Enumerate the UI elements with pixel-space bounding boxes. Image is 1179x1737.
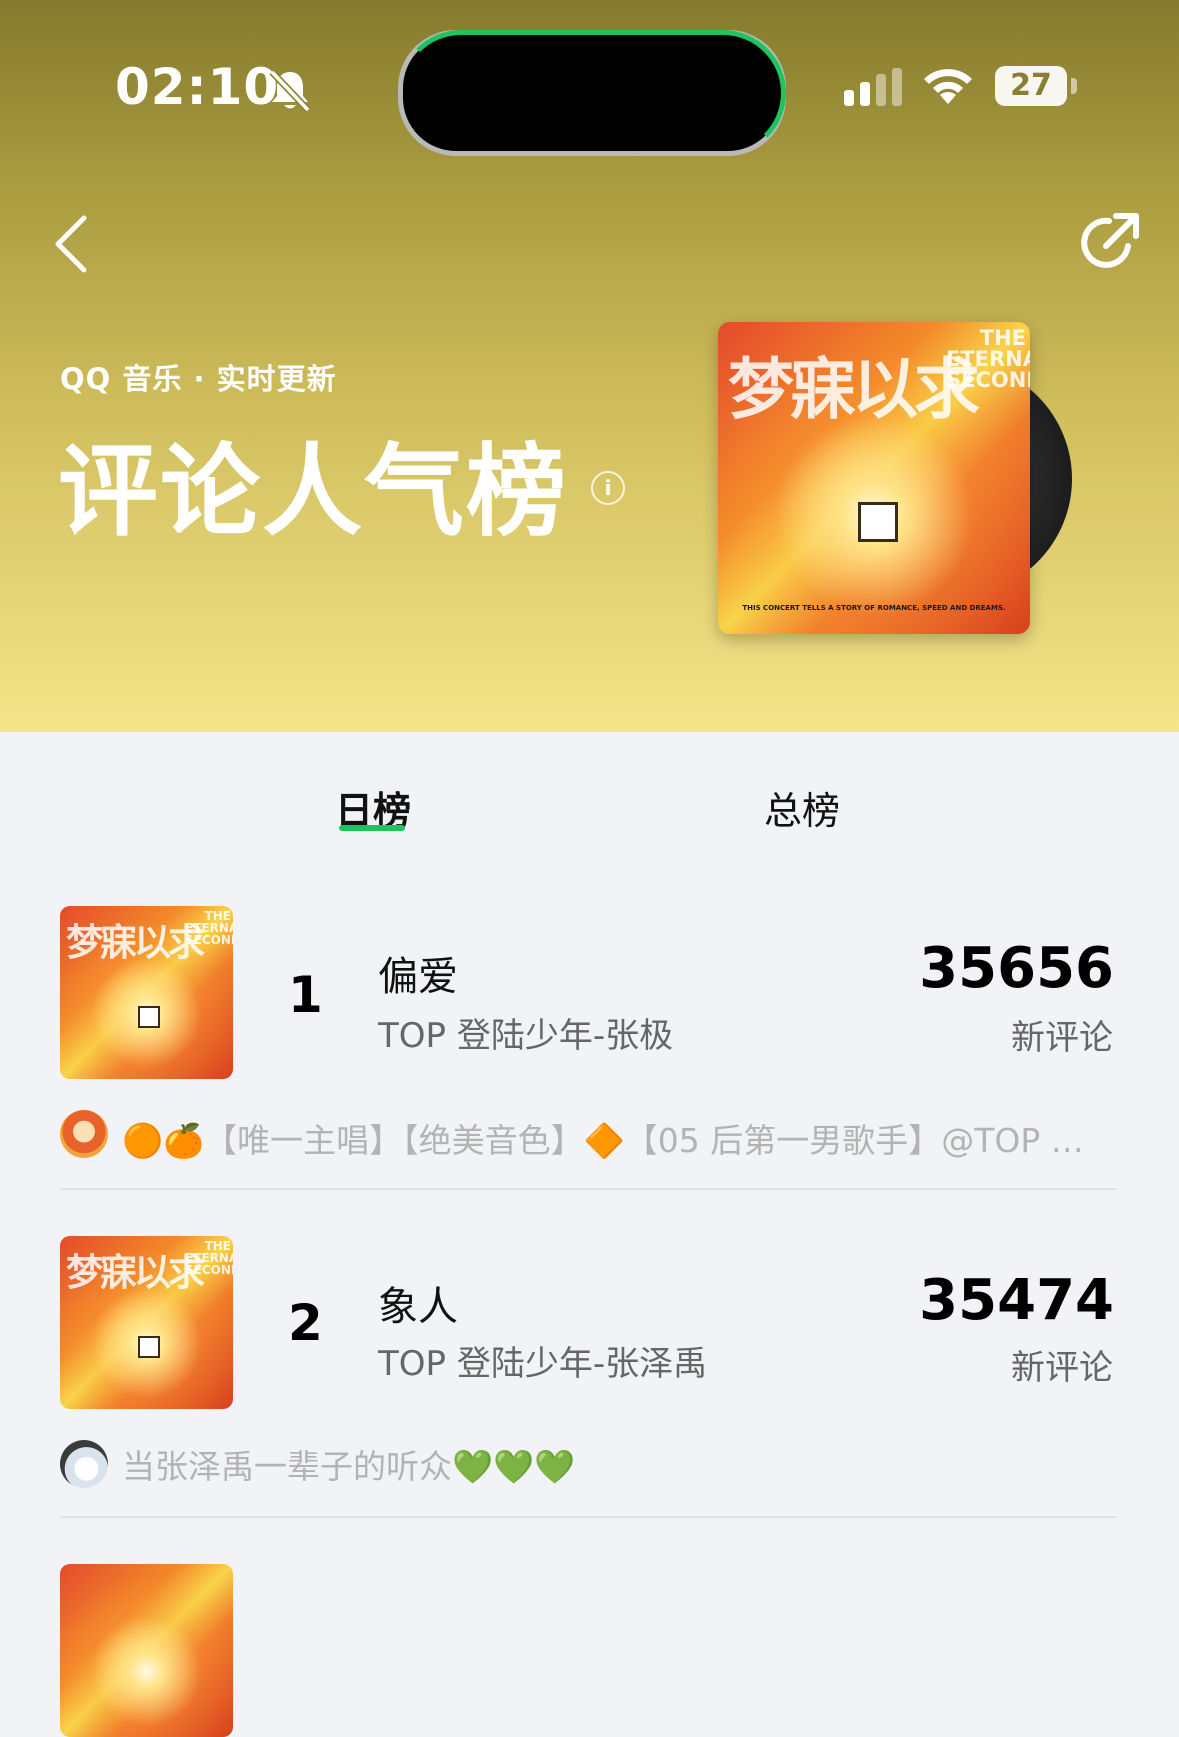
share-icon[interactable] [1076, 210, 1142, 276]
artist-name: TOP 登陆少年-张泽禹 [378, 1344, 708, 1384]
rank-number: 2 [288, 1294, 323, 1352]
battery-level: 27 [1010, 68, 1052, 103]
status-time: 02:10 [115, 58, 280, 116]
header-subtitle: QQ 音乐 · 实时更新 [60, 362, 337, 396]
song-title: 象人 [378, 1284, 458, 1330]
tab-bar: 日榜 总榜 [0, 732, 1179, 852]
cover-subtitle: THE ETERNAL SECOND [185, 909, 233, 947]
dynamic-island-progress-ring [398, 30, 786, 156]
list-divider [60, 1516, 1117, 1518]
wifi-icon [924, 69, 972, 104]
page-title: 评论人气榜 [58, 433, 568, 550]
entry-album-cover[interactable] [60, 1564, 233, 1737]
cellular-signal-icon [844, 68, 902, 106]
active-tab-indicator [339, 825, 405, 831]
info-icon[interactable]: i [591, 471, 625, 505]
comment-count: 35656 [919, 936, 1114, 1001]
cover-title: 梦寐以求 [66, 921, 205, 964]
battery-tip [1071, 78, 1077, 94]
chart-entry[interactable]: 梦寐以求 THE ETERNAL SECOND 2 象人 TOP 登陆少年-张泽… [0, 1236, 1179, 1496]
list-divider [60, 1188, 1117, 1190]
cover-title: 梦寐以求 [66, 1251, 205, 1294]
artist-name: TOP 登陆少年-张极 [378, 1016, 674, 1056]
commenter-avatar [60, 1440, 108, 1488]
cover-chip [138, 1336, 160, 1358]
cover-chip [138, 1006, 160, 1028]
battery-indicator: 27 [995, 66, 1067, 106]
comment-count: 35474 [919, 1268, 1114, 1333]
comment-count-label: 新评论 [1011, 1348, 1113, 1388]
status-bar: 02:10 27 [0, 0, 1179, 180]
cover-chip [858, 502, 898, 542]
top-comment: 当张泽禹一辈子的听众💚💚💚 [122, 1447, 576, 1486]
cover-tagline: THIS CONCERT TELLS A STORY OF ROMANCE, S… [742, 604, 1006, 612]
album-cover-large[interactable]: 梦寐以求 THE ETERNAL SECOND THIS CONCERT TEL… [718, 322, 1030, 634]
rank-number: 1 [288, 966, 323, 1024]
tab-overall[interactable]: 总榜 [764, 780, 840, 835]
cover-title: 梦寐以求 [728, 351, 980, 428]
top-comment: 🟠🍊【唯一主唱】【绝美音色】🔶【05 后第一男歌手】@TOP 登陆少年-张极 [122, 1121, 1112, 1160]
cover-subtitle: THE ETERNAL SECOND [946, 326, 1030, 392]
comment-count-label: 新评论 [1011, 1018, 1113, 1058]
cover-subtitle: THE ETERNAL SECOND [185, 1239, 233, 1277]
silent-bell-icon [269, 69, 311, 112]
cover-burst [60, 1564, 233, 1737]
entry-album-cover: 梦寐以求 THE ETERNAL SECOND [60, 906, 233, 1079]
chart-entry[interactable]: 梦寐以求 THE ETERNAL SECOND 1 偏爱 TOP 登陆少年-张极… [0, 906, 1179, 1166]
entry-album-cover: 梦寐以求 THE ETERNAL SECOND [60, 1236, 233, 1409]
song-title: 偏爱 [378, 954, 458, 1000]
back-chevron-icon[interactable] [50, 212, 94, 276]
commenter-avatar [60, 1110, 108, 1158]
